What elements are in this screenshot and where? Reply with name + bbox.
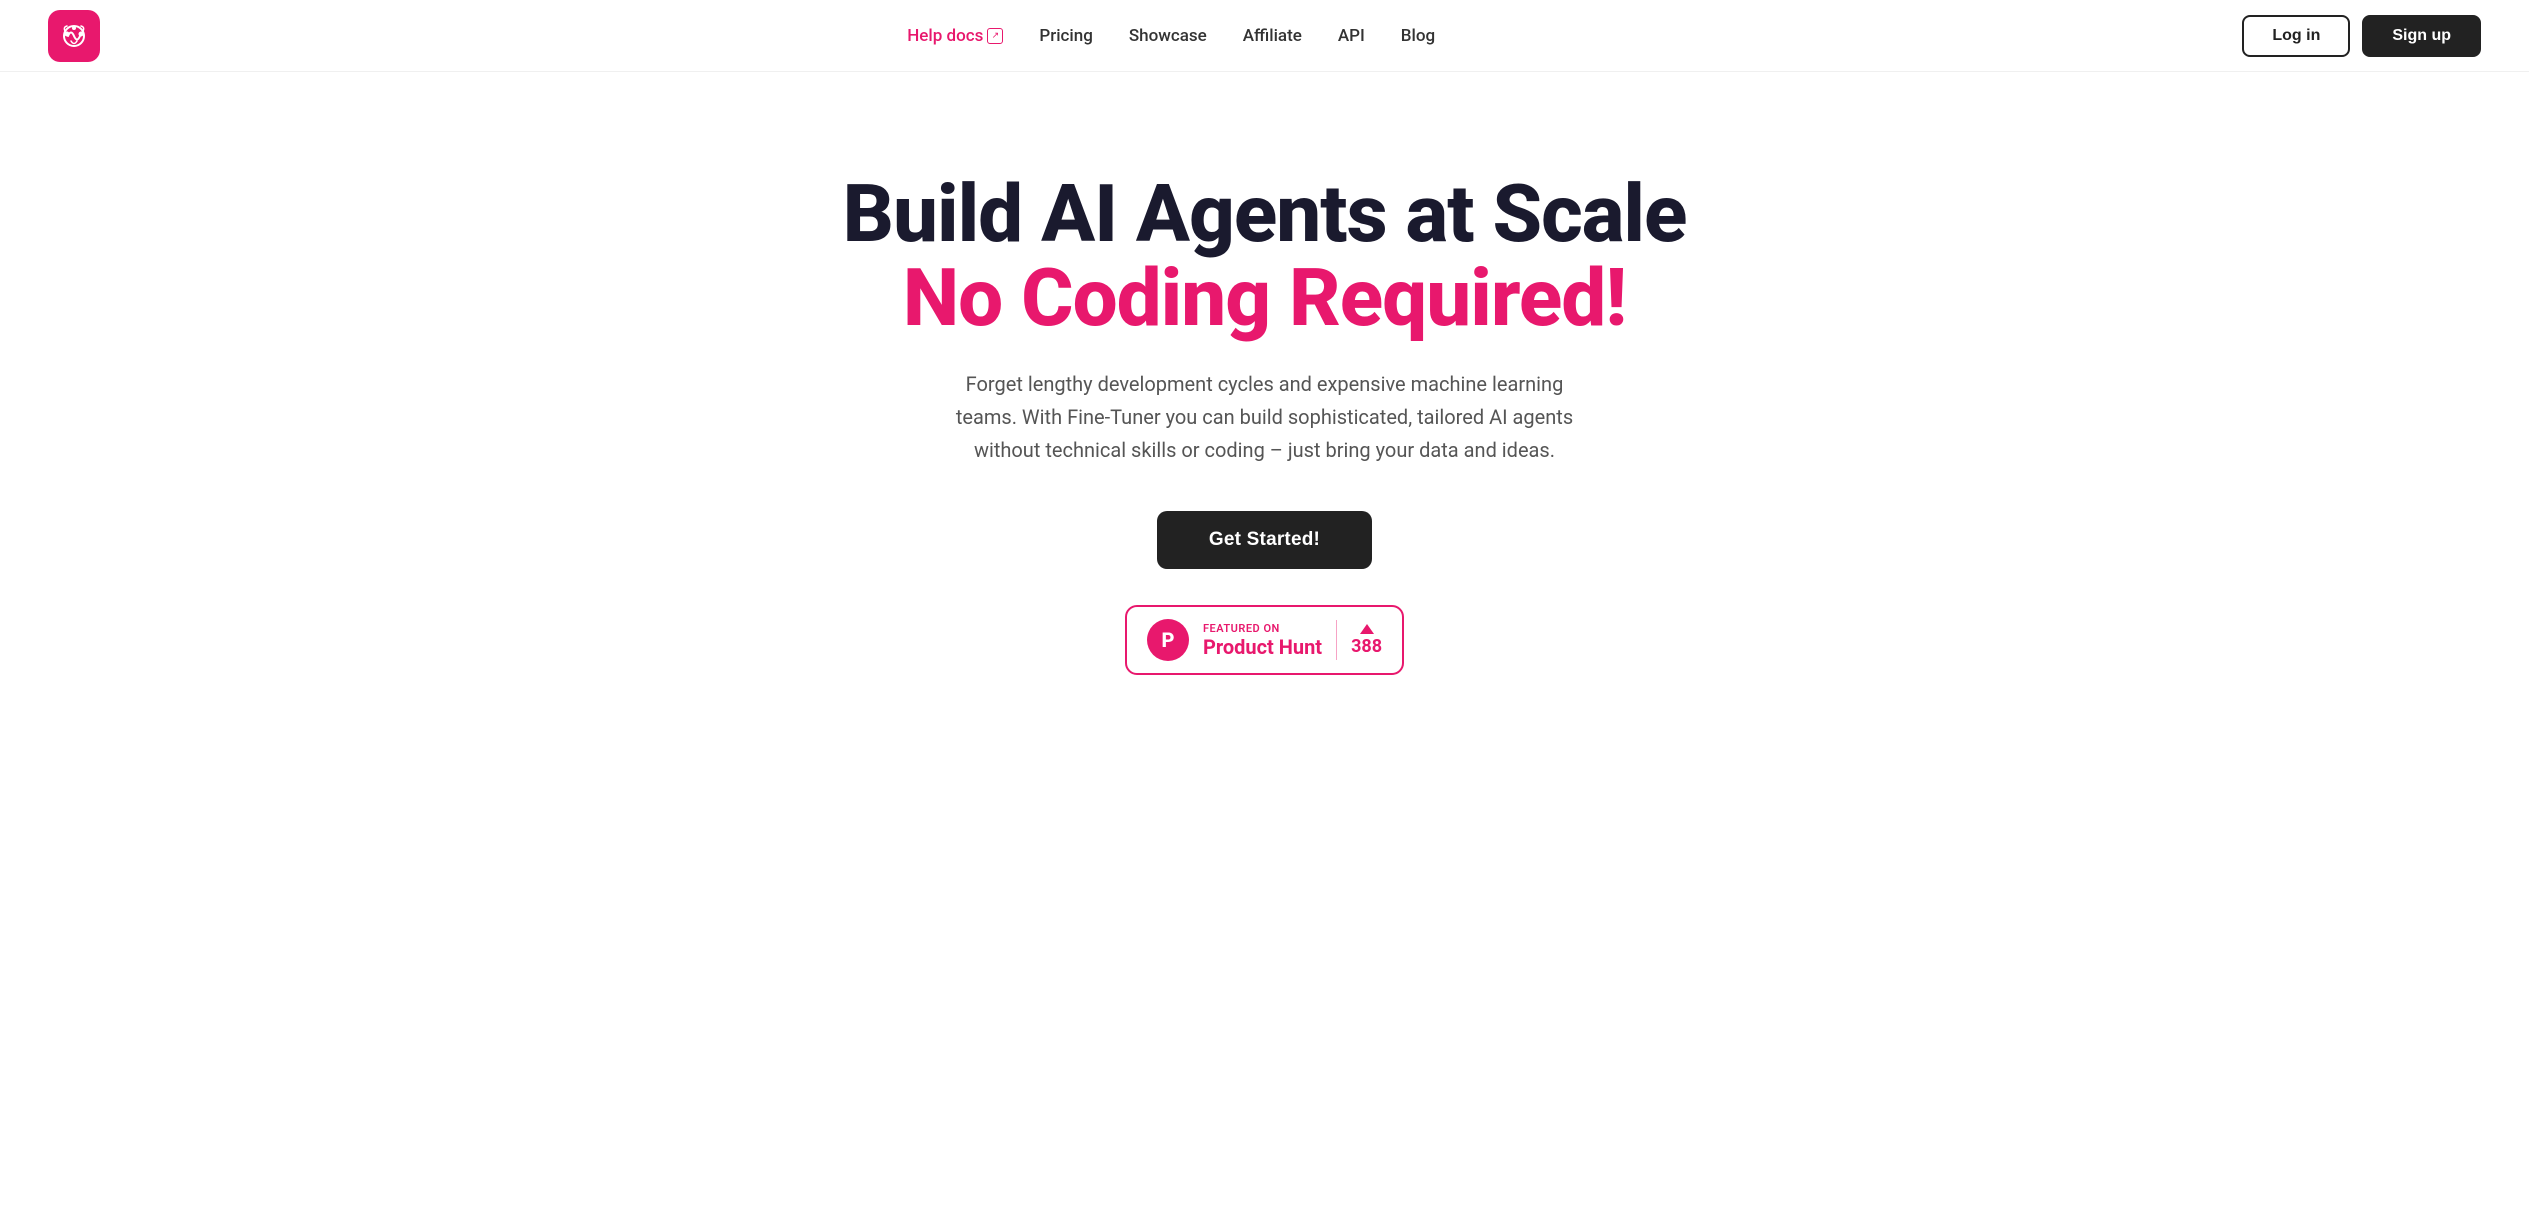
- nav-help-docs[interactable]: Help docs ↗: [907, 26, 1003, 46]
- logo-icon: [48, 10, 100, 62]
- signup-button[interactable]: Sign up: [2362, 15, 2481, 57]
- hero-title: Build AI Agents at Scale No Coding Requi…: [843, 172, 1687, 340]
- nav-api[interactable]: API: [1338, 26, 1365, 46]
- product-hunt-divider: [1336, 620, 1337, 660]
- product-hunt-votes: 388: [1351, 624, 1382, 657]
- external-link-icon: ↗: [987, 28, 1003, 44]
- product-hunt-badge[interactable]: P FEATURED ON Product Hunt 388: [1125, 605, 1404, 675]
- logo[interactable]: [48, 10, 100, 62]
- nav-affiliate[interactable]: Affiliate: [1243, 26, 1302, 46]
- hero-subtitle: Forget lengthy development cycles and ex…: [955, 368, 1575, 467]
- main-nav: Help docs ↗ Pricing Showcase Affiliate A…: [907, 26, 1435, 46]
- nav-blog[interactable]: Blog: [1401, 26, 1435, 46]
- header-actions: Log in Sign up: [2242, 15, 2481, 57]
- product-hunt-text: FEATURED ON Product Hunt: [1203, 622, 1322, 659]
- product-hunt-featured-label: FEATURED ON: [1203, 622, 1280, 635]
- product-hunt-name: Product Hunt: [1203, 635, 1322, 659]
- upvote-arrow-icon: [1360, 624, 1374, 634]
- hero-title-line1: Build AI Agents at Scale: [843, 167, 1687, 261]
- product-hunt-logo: P: [1147, 619, 1189, 661]
- product-hunt-vote-count: 388: [1351, 636, 1382, 657]
- hero-section: Build AI Agents at Scale No Coding Requi…: [0, 72, 2529, 755]
- nav-pricing[interactable]: Pricing: [1039, 26, 1093, 46]
- nav-showcase[interactable]: Showcase: [1129, 26, 1207, 46]
- header: Help docs ↗ Pricing Showcase Affiliate A…: [0, 0, 2529, 72]
- hero-title-line2: No Coding Required!: [903, 251, 1626, 345]
- login-button[interactable]: Log in: [2242, 15, 2350, 57]
- get-started-button[interactable]: Get Started!: [1157, 511, 1372, 569]
